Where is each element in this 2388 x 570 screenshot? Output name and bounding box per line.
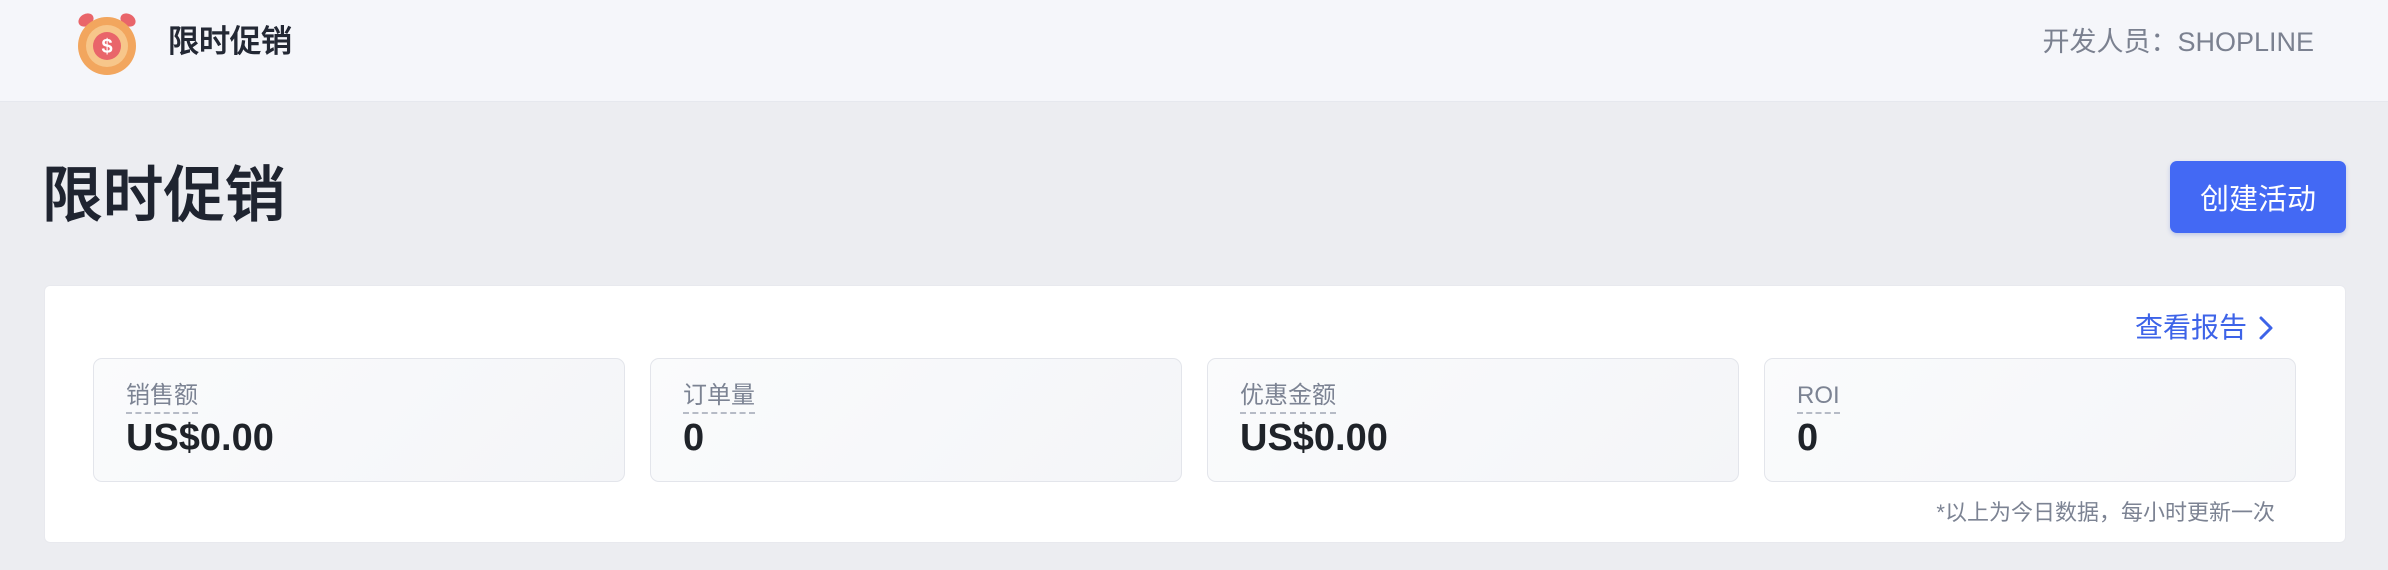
stat-value-orders: 0	[683, 417, 705, 459]
stat-label-sales[interactable]: 销售额	[126, 381, 198, 414]
data-update-note: *以上为今日数据，每小时更新一次	[1936, 500, 2275, 525]
alarm-clock-dollar-icon: $	[78, 13, 136, 75]
stat-label-orders[interactable]: 订单量	[683, 381, 755, 414]
app-name: 限时促销	[168, 24, 292, 59]
stat-label-discount[interactable]: 优惠金额	[1240, 381, 1336, 414]
stat-card-discount: 优惠金额 US$0.00	[1207, 358, 1739, 482]
stat-value-discount: US$0.00	[1240, 417, 1388, 459]
stats-panel: 查看报告 销售额 US$0.00 订单量 0 优惠金额 US$0.00 ROI …	[44, 285, 2346, 543]
top-bar: $ 限时促销 开发人员： SHOPLINE	[0, 0, 2388, 102]
create-activity-button[interactable]: 创建活动	[2170, 161, 2346, 233]
view-report-link[interactable]: 查看报告	[2135, 310, 2275, 346]
stat-card-roi: ROI 0	[1764, 358, 2296, 482]
view-report-label: 查看报告	[2134, 312, 2247, 343]
svg-text:$: $	[101, 36, 112, 58]
developer-name: SHOPLINE	[2177, 27, 2314, 57]
stat-value-sales: US$0.00	[126, 417, 274, 459]
stat-value-roi: 0	[1797, 417, 1819, 459]
page-title: 限时促销	[42, 162, 286, 229]
chevron-right-icon	[2259, 316, 2273, 340]
developer-label: 开发人员：	[2042, 27, 2178, 57]
stat-label-roi[interactable]: ROI	[1797, 381, 1840, 414]
stat-card-sales: 销售额 US$0.00	[93, 358, 625, 482]
stat-card-orders: 订单量 0	[650, 358, 1182, 482]
stat-cards: 销售额 US$0.00 订单量 0 优惠金额 US$0.00 ROI 0	[93, 358, 2296, 482]
developer-info: 开发人员： SHOPLINE	[2042, 24, 2314, 60]
